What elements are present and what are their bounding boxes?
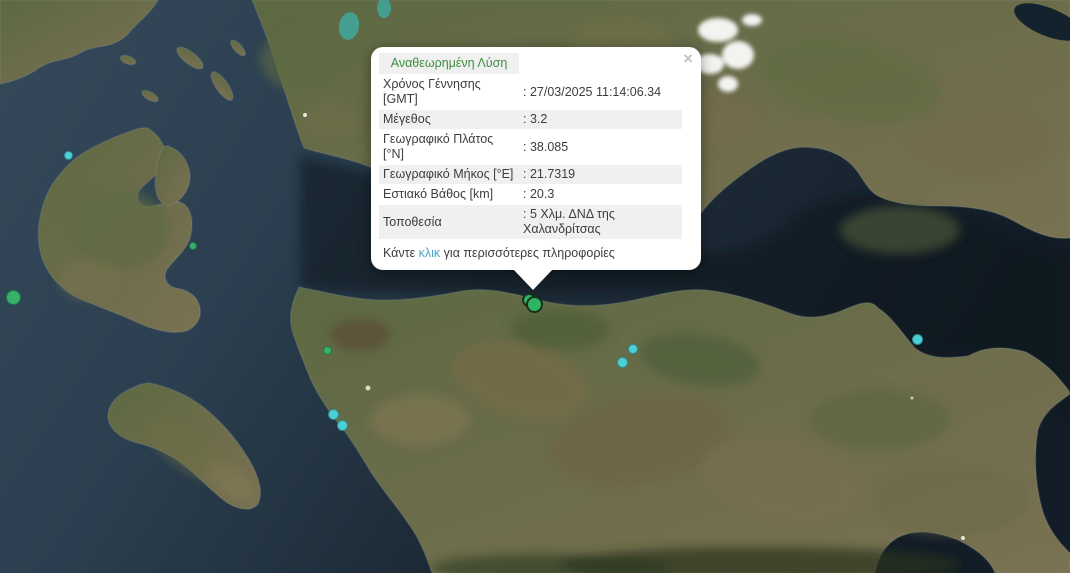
row-value: : 21.7319	[519, 165, 682, 185]
footer-text: για περισσότερες πληροφορίες	[440, 246, 615, 260]
table-row: Γεωγραφικό Πλάτος [°N] : 38.085	[379, 130, 682, 165]
event-details-table: Αναθεωρημένη Λύση Χρόνος Γέννησης [GMT] …	[379, 53, 682, 240]
row-value: : 5 Χλμ. ΔΝΔ της Χαλανδρίτσας	[519, 205, 682, 240]
more-info-link[interactable]: κλικ	[419, 246, 441, 260]
earthquake-marker[interactable]	[628, 344, 638, 354]
earthquake-marker[interactable]	[189, 242, 197, 250]
row-label: Γεωγραφικό Μήκος [°E]	[379, 165, 519, 185]
selected-earthquake-marker[interactable]	[526, 296, 543, 313]
popup-title: Αναθεωρημένη Λύση	[379, 53, 519, 75]
earthquake-marker[interactable]	[328, 409, 339, 420]
table-row: Γεωγραφικό Μήκος [°E] : 21.7319	[379, 165, 682, 185]
table-row: Μέγεθος : 3.2	[379, 110, 682, 130]
table-row: Εστιακό Βάθος [km] : 20.3	[379, 185, 682, 205]
earthquake-marker[interactable]	[64, 151, 73, 160]
table-row: Τοποθεσία : 5 Χλμ. ΔΝΔ της Χαλανδρίτσας	[379, 205, 682, 240]
popup-footer: Κάντε κλικ για περισσότερες πληροφορίες	[379, 246, 682, 261]
row-value: : 20.3	[519, 185, 682, 205]
popup-tail	[513, 269, 553, 290]
earthquake-marker[interactable]	[617, 357, 628, 368]
row-value: : 3.2	[519, 110, 682, 130]
row-label: Μέγεθος	[379, 110, 519, 130]
earthquake-marker[interactable]	[6, 290, 21, 305]
earthquake-popup: × Αναθεωρημένη Λύση Χρόνος Γέννησης [GMT…	[371, 47, 701, 270]
earthquake-map-app: × Αναθεωρημένη Λύση Χρόνος Γέννησης [GMT…	[0, 0, 1070, 573]
earthquake-marker[interactable]	[912, 334, 923, 345]
close-icon[interactable]: ×	[681, 48, 695, 69]
earthquake-marker[interactable]	[337, 420, 348, 431]
row-label: Γεωγραφικό Πλάτος [°N]	[379, 130, 519, 165]
row-label: Χρόνος Γέννησης [GMT]	[379, 75, 519, 110]
table-row: Χρόνος Γέννησης [GMT] : 27/03/2025 11:14…	[379, 75, 682, 110]
footer-text: Κάντε	[383, 246, 419, 260]
row-value: : 27/03/2025 11:14:06.34	[519, 75, 682, 110]
earthquake-marker[interactable]	[323, 346, 332, 355]
row-label: Τοποθεσία	[379, 205, 519, 240]
row-value: : 38.085	[519, 130, 682, 165]
row-label: Εστιακό Βάθος [km]	[379, 185, 519, 205]
